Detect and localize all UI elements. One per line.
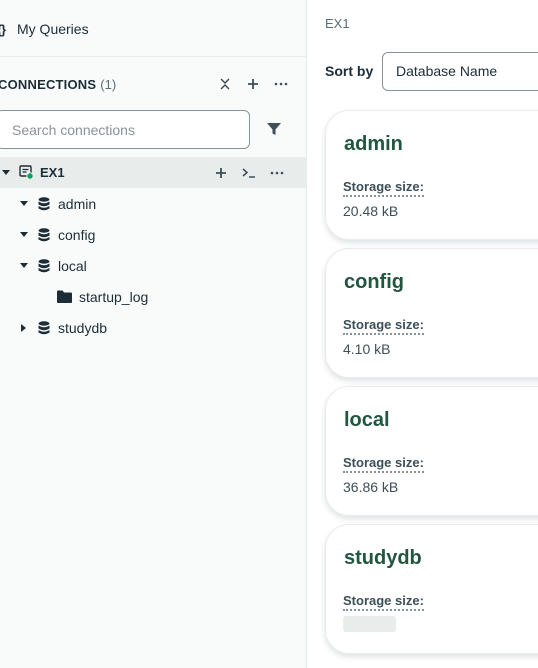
card-title: local [344, 409, 390, 431]
connections-ellipsis-icon[interactable] [274, 77, 288, 91]
sidebar-divider [0, 56, 306, 57]
caret-right-icon[interactable] [19, 323, 29, 333]
sort-by-select[interactable]: Database Name [382, 52, 538, 91]
card-title: admin [344, 133, 403, 155]
folder-icon [57, 290, 72, 303]
card-title: studydb [344, 547, 422, 569]
db-label-studydb: studydb [58, 319, 108, 336]
database-card-studydb[interactable]: studydb Storage size: [325, 524, 538, 654]
connections-title: CONNECTIONS [0, 76, 97, 92]
caret-down-icon[interactable] [19, 199, 29, 209]
db-label-admin: admin [58, 195, 97, 212]
filter-icon[interactable] [265, 120, 283, 138]
breadcrumb[interactable]: EX1 [325, 16, 350, 31]
connection-icon [19, 165, 34, 180]
caret-down-icon[interactable] [19, 230, 29, 240]
tree-item-db-studydb[interactable]: studydb [0, 312, 306, 343]
sidebar: {} My Queries CONNECTIONS (1) [0, 0, 307, 668]
connections-count: (1) [100, 76, 117, 92]
tree-item-db-config[interactable]: config [0, 219, 306, 250]
main-panel: EX1 Sort by Database Name admin Storage … [307, 0, 538, 668]
database-icon [38, 196, 50, 211]
connection-label: EX1 [40, 165, 65, 180]
storage-size-label: Storage size: [343, 456, 424, 473]
db-label-config: config [58, 226, 96, 243]
database-icon [38, 258, 50, 273]
my-queries-label: My Queries [17, 21, 89, 37]
my-queries-item[interactable]: {} My Queries [0, 18, 89, 40]
card-title: config [344, 271, 404, 293]
tree-item-collection-startup-log[interactable]: startup_log [0, 281, 306, 312]
braces-icon: {} [0, 21, 6, 37]
storage-size-value: 36.86 kB [343, 479, 399, 495]
storage-size-label: Storage size: [343, 180, 424, 197]
search-connections-input[interactable] [0, 110, 250, 149]
storage-size-value: 20.48 kB [343, 203, 399, 219]
sort-by-label: Sort by [325, 63, 374, 79]
tree-item-db-local[interactable]: local [0, 250, 306, 281]
connection-ellipsis-icon[interactable] [270, 166, 284, 180]
database-icon [38, 320, 50, 335]
database-icon [38, 227, 50, 242]
collection-label: startup_log [79, 288, 149, 305]
db-label-local: local [58, 257, 87, 274]
database-card-config[interactable]: config Storage size: 4.10 kB [325, 248, 538, 378]
caret-down-icon[interactable] [1, 168, 11, 178]
connections-tree: EX1 admin config local startup_log study… [0, 157, 306, 343]
tree-item-db-admin[interactable]: admin [0, 188, 306, 219]
storage-size-label: Storage size: [343, 594, 424, 611]
database-card-admin[interactable]: admin Storage size: 20.48 kB [325, 110, 538, 240]
add-connection-plus-icon[interactable] [246, 77, 260, 91]
collapse-all-icon[interactable] [218, 77, 232, 91]
storage-size-label: Storage size: [343, 318, 424, 335]
database-card-local[interactable]: local Storage size: 36.86 kB [325, 386, 538, 516]
loading-skeleton [343, 616, 396, 632]
caret-down-icon[interactable] [19, 261, 29, 271]
tree-item-connection-ex1[interactable]: EX1 [0, 157, 306, 188]
storage-size-value: 4.10 kB [343, 341, 391, 357]
connections-header: CONNECTIONS (1) [0, 74, 288, 94]
create-database-plus-icon[interactable] [214, 166, 228, 180]
shell-icon[interactable] [242, 166, 256, 180]
